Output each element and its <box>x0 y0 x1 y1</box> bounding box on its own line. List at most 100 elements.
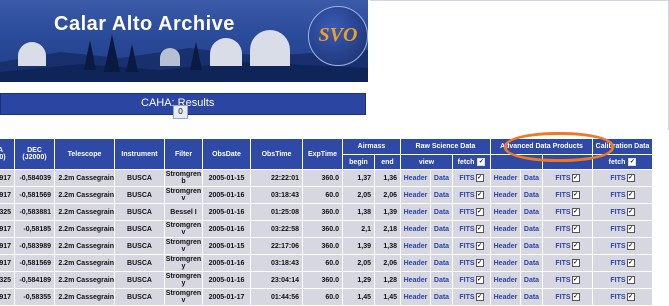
adp-fetch-checkbox[interactable]: ✓ <box>571 293 580 301</box>
calib-fetch-checkbox[interactable]: ✓ <box>626 191 635 199</box>
raw-fetch-checkbox[interactable]: ✓ <box>475 259 484 267</box>
adp-data-link[interactable]: Data <box>524 226 539 233</box>
calib-fits-link[interactable]: FITS <box>610 277 625 284</box>
adp-header-link[interactable]: Header <box>494 243 518 250</box>
adp-fetch-checkbox[interactable]: ✓ <box>571 174 580 182</box>
raw-data-link-cell: Data <box>430 288 453 306</box>
raw-header-link[interactable]: Header <box>404 260 428 267</box>
calib-fetch-checkbox[interactable]: ✓ <box>626 293 635 301</box>
raw-fits-link[interactable]: FITS <box>459 209 474 216</box>
raw-header-link[interactable]: Header <box>404 277 428 284</box>
fetch-all-raw-checkbox[interactable]: ✓ <box>477 158 486 166</box>
raw-fetch-checkbox[interactable]: ✓ <box>475 191 484 199</box>
adp-data-link-cell: Data <box>520 288 543 306</box>
table-row: 2917-0,581852.2m CassegrainBUSCAStromgre… <box>0 220 653 238</box>
results-count-badge[interactable]: 0 <box>173 105 188 119</box>
raw-data-link[interactable]: Data <box>434 226 449 233</box>
adp-header-link-cell: Header <box>490 186 521 204</box>
adp-header-link[interactable]: Header <box>494 209 518 216</box>
calib-fits-link[interactable]: FITS <box>610 226 625 233</box>
raw-fetch-checkbox[interactable]: ✓ <box>475 242 484 250</box>
raw-fits-link[interactable]: FITS <box>459 260 474 267</box>
raw-fetch-checkbox[interactable]: ✓ <box>475 293 484 301</box>
adp-fits-link[interactable]: FITS <box>555 175 570 182</box>
adp-fits-link[interactable]: FITS <box>555 277 570 284</box>
col-advanced-data-products: Advanced Data Products <box>490 138 593 155</box>
adp-fits-link[interactable]: FITS <box>555 209 570 216</box>
adp-fetch-checkbox[interactable]: ✓ <box>571 191 580 199</box>
raw-header-link[interactable]: Header <box>404 294 428 301</box>
raw-fetch-checkbox[interactable]: ✓ <box>475 276 484 284</box>
raw-data-link[interactable]: Data <box>434 209 449 216</box>
adp-header-link[interactable]: Header <box>494 226 518 233</box>
adp-fetch-checkbox[interactable]: ✓ <box>571 259 580 267</box>
raw-fetch-checkbox[interactable]: ✓ <box>475 208 484 216</box>
adp-data-link[interactable]: Data <box>524 294 539 301</box>
raw-header-link[interactable]: Header <box>404 175 428 182</box>
raw-fits-link[interactable]: FITS <box>459 192 474 199</box>
calib-fetch-checkbox[interactable]: ✓ <box>626 276 635 284</box>
calib-fits-link[interactable]: FITS <box>610 243 625 250</box>
raw-fits-link[interactable]: FITS <box>459 243 474 250</box>
adp-header-link[interactable]: Header <box>494 175 518 182</box>
adp-data-link[interactable]: Data <box>524 277 539 284</box>
raw-fits-link[interactable]: FITS <box>459 175 474 182</box>
raw-header-link[interactable]: Header <box>404 226 428 233</box>
adp-fits-link[interactable]: FITS <box>555 226 570 233</box>
adp-fetch-checkbox[interactable]: ✓ <box>571 242 580 250</box>
raw-data-link[interactable]: Data <box>434 260 449 267</box>
raw-fits-link[interactable]: FITS <box>459 294 474 301</box>
row-instrument: BUSCA <box>114 203 165 221</box>
adp-fits-link[interactable]: FITS <box>555 294 570 301</box>
adp-fits-cell: FITS ✓ <box>542 186 593 204</box>
raw-data-link[interactable]: Data <box>434 277 449 284</box>
table-row: 2917-0,583552.2m CassegrainBUSCAStromgre… <box>0 288 653 306</box>
adp-header-link[interactable]: Header <box>494 277 518 284</box>
adp-header-link[interactable]: Header <box>494 260 518 267</box>
col-adp-view <box>490 154 543 170</box>
adp-data-link[interactable]: Data <box>524 243 539 250</box>
raw-data-link[interactable]: Data <box>434 243 449 250</box>
calib-fetch-checkbox[interactable]: ✓ <box>626 225 635 233</box>
calib-fetch-checkbox[interactable]: ✓ <box>626 208 635 216</box>
row-ra: 2917 <box>0 288 15 306</box>
calib-fits-link[interactable]: FITS <box>610 192 625 199</box>
adp-fits-link[interactable]: FITS <box>555 192 570 199</box>
row-airmass-begin: 1,29 <box>342 271 375 289</box>
fetch-all-calib-checkbox[interactable]: ✓ <box>628 158 637 166</box>
calib-fetch-checkbox[interactable]: ✓ <box>626 174 635 182</box>
row-exptime: 360.0 <box>302 271 343 289</box>
raw-data-link[interactable]: Data <box>434 192 449 199</box>
calib-fits-link[interactable]: FITS <box>610 175 625 182</box>
calib-fetch-checkbox[interactable]: ✓ <box>626 259 635 267</box>
raw-header-link[interactable]: Header <box>404 209 428 216</box>
adp-data-link[interactable]: Data <box>524 260 539 267</box>
adp-fits-link[interactable]: FITS <box>555 260 570 267</box>
raw-fetch-checkbox[interactable]: ✓ <box>475 174 484 182</box>
adp-data-link[interactable]: Data <box>524 209 539 216</box>
adp-fetch-checkbox[interactable]: ✓ <box>571 276 580 284</box>
calib-fits-link[interactable]: FITS <box>610 294 625 301</box>
raw-header-link-cell: Header <box>400 203 431 221</box>
adp-fetch-checkbox[interactable]: ✓ <box>571 225 580 233</box>
row-airmass-end: 1,28 <box>374 271 401 289</box>
raw-data-link[interactable]: Data <box>434 175 449 182</box>
raw-data-link[interactable]: Data <box>434 294 449 301</box>
svo-logo[interactable]: SVO <box>308 6 368 66</box>
adp-fits-link[interactable]: FITS <box>555 243 570 250</box>
raw-fits-link[interactable]: FITS <box>459 277 474 284</box>
row-obstime: 22:17:06 <box>250 237 303 255</box>
raw-header-link[interactable]: Header <box>404 192 428 199</box>
adp-data-link-cell: Data <box>520 169 543 187</box>
adp-header-link[interactable]: Header <box>494 192 518 199</box>
calib-fits-link[interactable]: FITS <box>610 260 625 267</box>
adp-header-link[interactable]: Header <box>494 294 518 301</box>
calib-fits-link[interactable]: FITS <box>610 209 625 216</box>
adp-data-link[interactable]: Data <box>524 175 539 182</box>
raw-header-link[interactable]: Header <box>404 243 428 250</box>
adp-fetch-checkbox[interactable]: ✓ <box>571 208 580 216</box>
raw-fits-link[interactable]: FITS <box>459 226 474 233</box>
calib-fetch-checkbox[interactable]: ✓ <box>626 242 635 250</box>
adp-data-link[interactable]: Data <box>524 192 539 199</box>
raw-fetch-checkbox[interactable]: ✓ <box>475 225 484 233</box>
